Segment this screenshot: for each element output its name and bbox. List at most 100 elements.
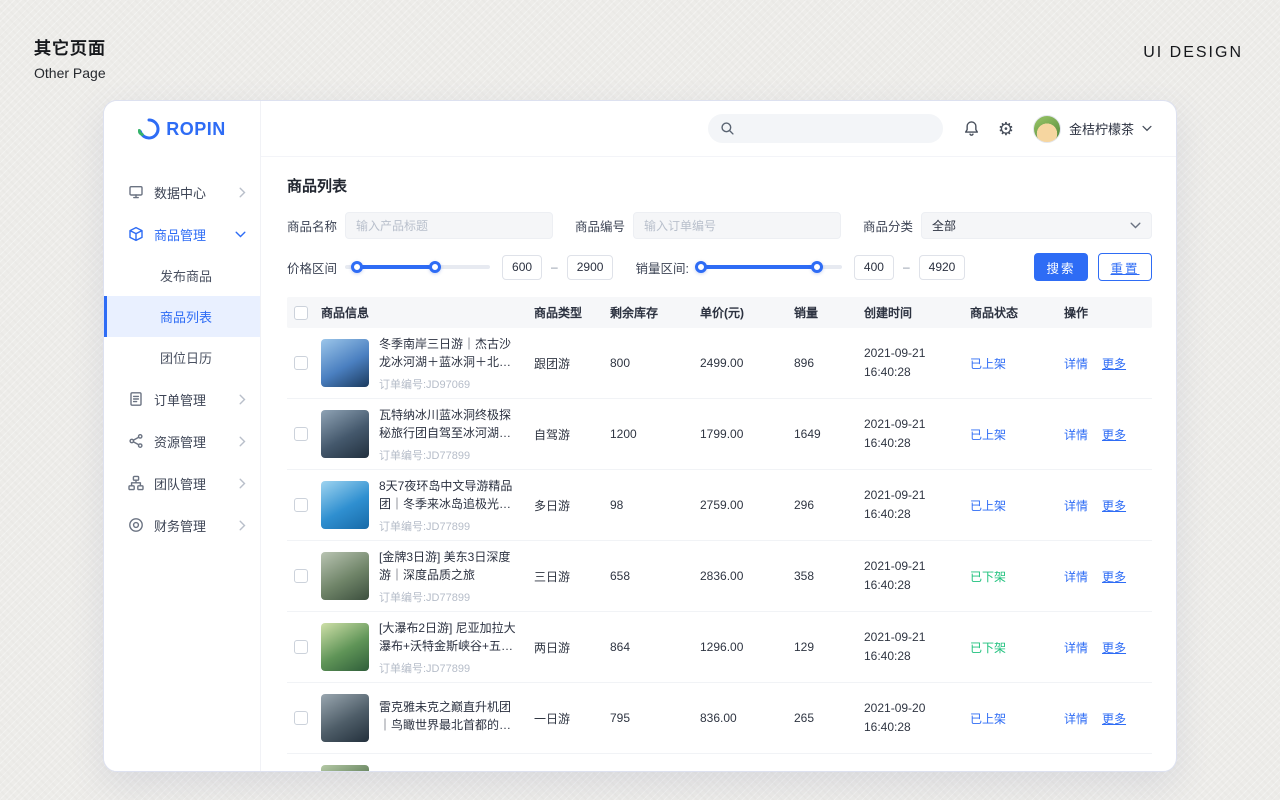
price-slider-handle-min[interactable] xyxy=(350,261,363,273)
search-input[interactable] xyxy=(742,121,931,136)
price-min-box[interactable]: 600 xyxy=(502,254,543,280)
row-checkbox[interactable] xyxy=(294,569,308,583)
sidebar-item-data-center[interactable]: 数据中心 xyxy=(104,171,260,213)
product-type: 跟团游 xyxy=(534,356,571,371)
sales-slider-handle-min[interactable] xyxy=(695,261,708,273)
category-select[interactable]: 全部 xyxy=(921,212,1152,239)
user-menu[interactable]: 金桔柠檬茶 xyxy=(1032,114,1152,143)
more-link[interactable]: 更多 xyxy=(1102,499,1126,513)
table-row: 雷克雅未克之巅直升机团｜鸟瞰世界最北首都的彩色屋顶 一日游 795 836.00… xyxy=(287,683,1152,754)
chevron-down-icon xyxy=(235,231,246,238)
settings-gear-icon[interactable]: ⚙ xyxy=(995,120,1017,138)
product-name-label: 商品名称 xyxy=(287,220,338,234)
more-link[interactable]: 更多 xyxy=(1102,570,1126,584)
detail-link[interactable]: 详情 xyxy=(1064,499,1088,513)
status-badge: 已上架 xyxy=(970,711,1007,726)
detail-link[interactable]: 详情 xyxy=(1064,428,1088,442)
sidebar-item-finance-management[interactable]: 财务管理 xyxy=(104,504,260,546)
detail-link[interactable]: 详情 xyxy=(1064,712,1088,726)
created-date: 2021-09-21 xyxy=(864,346,926,361)
more-link[interactable]: 更多 xyxy=(1102,712,1126,726)
more-link[interactable]: 更多 xyxy=(1102,641,1126,655)
price-range-slider[interactable] xyxy=(345,261,491,273)
product-thumbnail xyxy=(321,410,369,458)
product-title[interactable]: [大瀑布2日游] 尼亚加拉大瀑布+沃特金斯峡谷+五指湖+风之洞... xyxy=(379,619,528,656)
reset-button[interactable]: 重置 xyxy=(1098,253,1152,281)
row-checkbox[interactable] xyxy=(294,356,308,370)
product-price: 2759.00 xyxy=(700,498,744,512)
product-name-input[interactable] xyxy=(345,212,554,239)
product-price: 2836.00 xyxy=(700,569,744,583)
notification-bell-icon[interactable] xyxy=(961,120,983,137)
product-stock: 795 xyxy=(610,711,631,725)
status-badge: 已上架 xyxy=(970,498,1007,513)
table-body: 冬季南岸三日游｜杰古沙龙冰河湖＋蓝冰洞＋北极光＋冰川徒步+... 订单编号:JD… xyxy=(287,328,1152,771)
search-button[interactable]: 搜索 xyxy=(1034,253,1088,281)
row-checkbox[interactable] xyxy=(294,711,308,725)
sales-slider-handle-max[interactable] xyxy=(811,261,824,273)
product-order-number: 订单编号:JD97069 xyxy=(379,378,471,391)
product-type: 一日游 xyxy=(534,711,571,726)
page-annotation: 其它页面 Other Page xyxy=(34,34,106,81)
created-date: 2021-08-16 xyxy=(864,770,964,771)
product-title[interactable]: 雷克雅未克之巅直升机团｜鸟瞰世界最北首都的彩色屋顶 xyxy=(379,698,528,735)
product-title[interactable]: 冬季南岸三日游｜杰古沙龙冰河湖＋蓝冰洞＋北极光＋冰川徒步+... xyxy=(379,335,528,372)
product-stock: 658 xyxy=(610,569,631,583)
product-price: 1296.00 xyxy=(700,640,744,654)
row-checkbox[interactable] xyxy=(294,427,308,441)
sales-min-box[interactable]: 400 xyxy=(853,254,894,280)
select-all-checkbox[interactable] xyxy=(294,305,308,320)
detail-link[interactable]: 详情 xyxy=(1064,357,1088,371)
more-link[interactable]: 更多 xyxy=(1102,428,1126,442)
target-icon xyxy=(128,517,144,533)
created-date: 2021-09-21 xyxy=(864,488,926,503)
product-type: 自驾游 xyxy=(534,427,571,442)
price-slider-handle-max[interactable] xyxy=(428,261,441,273)
row-checkbox[interactable] xyxy=(294,640,308,654)
content-area: 商品列表 商品名称 商品编号 商品分类 全部 xyxy=(261,157,1176,771)
created-date: 2021-09-20 xyxy=(864,701,926,716)
category-selected-value: 全部 xyxy=(932,219,957,233)
product-order-number: 订单编号:JD77899 xyxy=(379,662,471,675)
product-title[interactable]: [金牌3日游] 美东3日深度游｜深度品质之旅 xyxy=(379,548,528,585)
logo[interactable]: ROPIN xyxy=(104,101,260,157)
global-search[interactable] xyxy=(707,114,943,143)
product-title[interactable]: 拉特拉尔角＋丁坚地瀑布＋北极光 xyxy=(379,769,528,772)
sidebar-item-team-management[interactable]: 团队管理 xyxy=(104,462,260,504)
product-title[interactable]: 8天7夜环岛中文导游精品团｜冬季来冰岛追极光，雷克雅未克东... xyxy=(379,477,528,514)
product-sales: 1649 xyxy=(794,427,821,441)
created-date: 2021-09-21 xyxy=(864,417,926,432)
sidebar-item-publish-product[interactable]: 发布商品 xyxy=(104,255,260,296)
product-thumbnail xyxy=(321,623,369,671)
product-code-input[interactable] xyxy=(633,212,842,239)
sidebar-item-resource-management[interactable]: 资源管理 xyxy=(104,420,260,462)
table-row: 冬季南岸三日游｜杰古沙龙冰河湖＋蓝冰洞＋北极光＋冰川徒步+... 订单编号:JD… xyxy=(287,328,1152,399)
more-link[interactable]: 更多 xyxy=(1102,357,1126,371)
sidebar-item-product-management[interactable]: 商品管理 xyxy=(104,213,260,255)
sales-max-box[interactable]: 4920 xyxy=(918,254,966,280)
table-row: 8天7夜环岛中文导游精品团｜冬季来冰岛追极光，雷克雅未克东... 订单编号:JD… xyxy=(287,470,1152,541)
created-date: 2021-09-21 xyxy=(864,630,926,645)
sidebar-item-group-calendar[interactable]: 团位日历 xyxy=(104,337,260,378)
status-badge: 已下架 xyxy=(970,569,1007,584)
detail-link[interactable]: 详情 xyxy=(1064,641,1088,655)
avatar xyxy=(1032,114,1061,143)
chevron-down-icon xyxy=(1142,125,1152,132)
product-sales: 296 xyxy=(794,498,815,512)
range-dash: – xyxy=(551,260,558,274)
sidebar-item-order-management[interactable]: 订单管理 xyxy=(104,378,260,420)
chevron-right-icon xyxy=(239,436,246,447)
product-title[interactable]: 瓦特纳冰川蓝冰洞终极探秘旅行团自驾至冰河湖集合 xyxy=(379,406,528,443)
sales-range-slider[interactable] xyxy=(695,261,842,273)
product-price: 1799.00 xyxy=(700,427,744,441)
product-thumbnail xyxy=(321,552,369,600)
product-stock: 800 xyxy=(610,356,631,370)
sidebar-item-product-list[interactable]: 商品列表 xyxy=(104,296,260,337)
product-type: 两日游 xyxy=(534,640,571,655)
price-max-box[interactable]: 2900 xyxy=(566,254,614,280)
detail-link[interactable]: 详情 xyxy=(1064,570,1088,584)
created-time: 16:40:28 xyxy=(864,507,911,521)
logo-text: ROPIN xyxy=(166,118,226,139)
status-badge: 已上架 xyxy=(970,427,1007,442)
row-checkbox[interactable] xyxy=(294,498,308,512)
